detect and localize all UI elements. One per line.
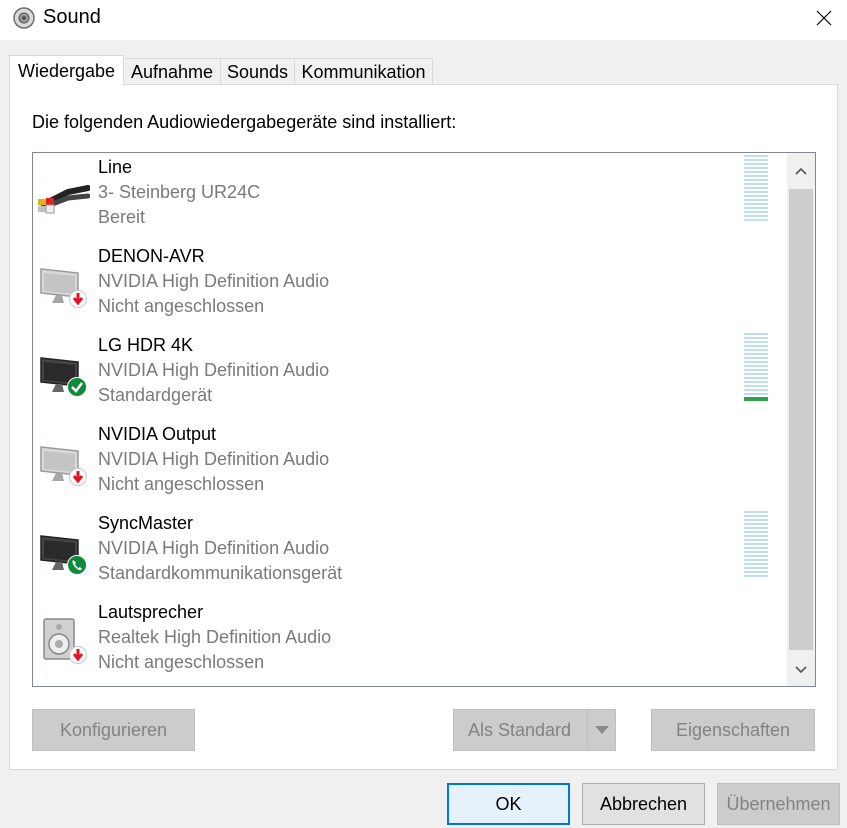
device-status: Nicht angeschlossen: [98, 474, 265, 494]
unplugged-icon: [69, 290, 87, 308]
playback-panel: Die folgenden Audiowiedergabegeräte sind…: [9, 84, 838, 770]
tab-wiedergabe[interactable]: Wiedergabe: [9, 55, 124, 86]
device-driver: NVIDIA High Definition Audio: [98, 360, 330, 380]
volume-meter: [744, 511, 768, 579]
vertical-scrollbar[interactable]: [787, 153, 815, 686]
list-item[interactable]: Line 3- Steinberg UR24C Bereit: [33, 153, 783, 242]
list-item[interactable]: SyncMaster NVIDIA High Definition Audio …: [33, 509, 783, 598]
tab-aufnahme[interactable]: Aufnahme: [123, 58, 221, 84]
ok-button[interactable]: OK: [447, 783, 570, 825]
list-item[interactable]: LG HDR 4K NVIDIA High Definition Audio S…: [33, 331, 783, 420]
device-driver: NVIDIA High Definition Audio: [98, 449, 330, 469]
scroll-thumb[interactable]: [789, 189, 813, 650]
window-title: Sound: [43, 6, 101, 28]
scroll-down-button[interactable]: [787, 656, 815, 684]
tab-kommunikation[interactable]: Kommunikation: [294, 58, 433, 84]
properties-button[interactable]: Eigenschaften: [651, 709, 815, 751]
device-driver: Realtek High Definition Audio: [98, 627, 332, 647]
unplugged-icon: [69, 468, 87, 486]
configure-button[interactable]: Konfigurieren: [32, 709, 195, 751]
device-name: Line: [98, 157, 133, 177]
list-item[interactable]: NVIDIA Output NVIDIA High Definition Aud…: [33, 420, 783, 509]
chevron-down-icon: [594, 726, 609, 734]
phone-icon: [67, 555, 87, 575]
title-bar: Sound: [0, 0, 847, 40]
set-default-button[interactable]: Als Standard: [453, 709, 616, 751]
list-item[interactable]: DENON-AVR NVIDIA High Definition Audio N…: [33, 242, 783, 331]
apply-button[interactable]: Übernehmen: [717, 783, 840, 825]
device-status: Bereit: [98, 207, 146, 227]
device-list[interactable]: Line 3- Steinberg UR24C Bereit DENON-AVR…: [32, 152, 816, 687]
device-driver: NVIDIA High Definition Audio: [98, 271, 330, 291]
unplugged-icon: [69, 646, 87, 664]
set-default-label: Als Standard: [468, 719, 572, 740]
set-default-dropdown[interactable]: [587, 710, 615, 750]
device-name: NVIDIA Output: [98, 424, 217, 444]
tab-sounds[interactable]: Sounds: [220, 58, 295, 84]
line-cable-icon: [38, 185, 90, 214]
device-status: Standardgerät: [98, 385, 213, 405]
device-driver: NVIDIA High Definition Audio: [98, 538, 330, 558]
device-name: DENON-AVR: [98, 246, 205, 266]
chevron-up-icon: [795, 167, 807, 175]
volume-meter: [744, 155, 768, 223]
cancel-button[interactable]: Abbrechen: [582, 783, 705, 825]
intro-text: Die folgenden Audiowiedergabegeräte sind…: [32, 112, 457, 132]
list-item[interactable]: Lautsprecher Realtek High Definition Aud…: [33, 598, 783, 686]
device-name: Lautsprecher: [98, 602, 204, 622]
device-driver: 3- Steinberg UR24C: [98, 182, 261, 202]
device-status: Nicht angeschlossen: [98, 296, 265, 316]
volume-meter: [744, 333, 768, 401]
close-button[interactable]: [801, 0, 847, 36]
device-status: Nicht angeschlossen: [98, 652, 265, 672]
chevron-down-icon: [795, 666, 807, 674]
device-status: Standardkommunikationsgerät: [98, 563, 343, 583]
scroll-up-button[interactable]: [787, 157, 815, 185]
device-name: SyncMaster: [98, 513, 194, 533]
speaker-app-icon: [13, 7, 35, 29]
default-check-icon: [67, 377, 87, 397]
close-icon: [816, 10, 832, 26]
device-name: LG HDR 4K: [98, 335, 194, 355]
